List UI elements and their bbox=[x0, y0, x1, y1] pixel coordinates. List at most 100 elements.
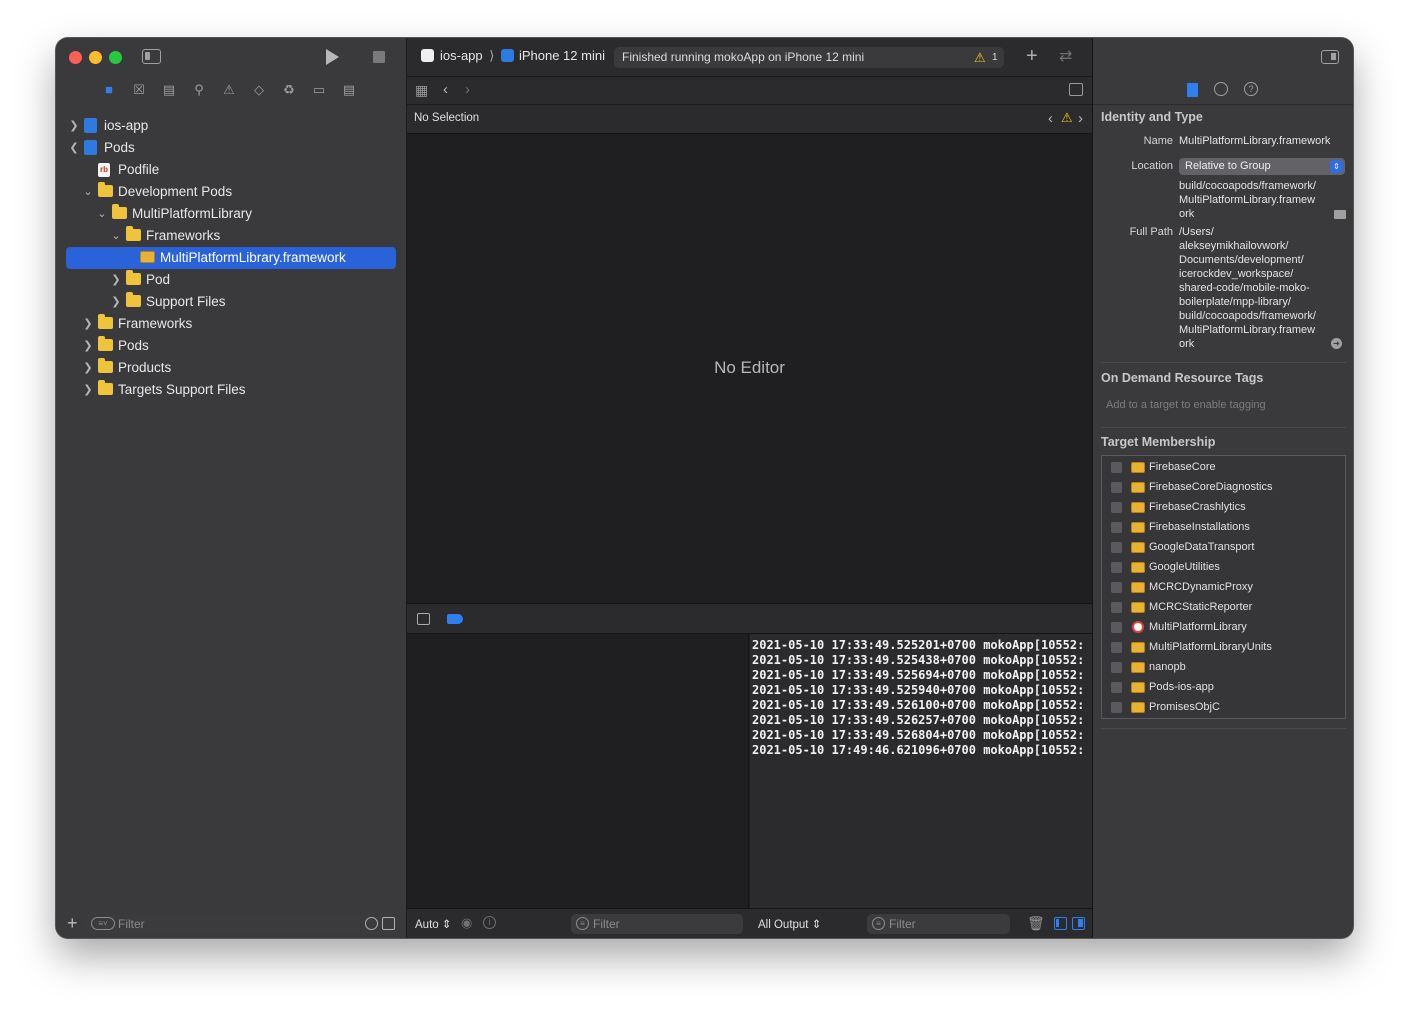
split-editor-icon[interactable] bbox=[1069, 83, 1083, 96]
tree-row-multiplatformlibrary[interactable]: ⌄ MultiPlatformLibrary bbox=[66, 203, 396, 225]
tags-input[interactable]: Add to a target to enable tagging bbox=[1101, 395, 1346, 415]
output-mode-select[interactable]: All Output ⇕ bbox=[758, 917, 821, 931]
target-checkbox[interactable] bbox=[1111, 682, 1122, 693]
target-row[interactable]: FirebaseCore bbox=[1102, 457, 1345, 477]
eye-icon[interactable]: ◉ bbox=[461, 915, 472, 931]
target-row[interactable]: MCRCStaticReporter bbox=[1102, 597, 1345, 617]
breakpoints-toggle-icon[interactable] bbox=[447, 614, 463, 624]
variables-filter-input[interactable]: ≡ Filter bbox=[571, 914, 743, 934]
target-checkbox[interactable] bbox=[1111, 542, 1122, 553]
report-navigator-icon[interactable]: ▤ bbox=[340, 81, 358, 99]
back-icon[interactable]: ‹ bbox=[443, 81, 448, 98]
debug-navigator-icon[interactable]: ♻ bbox=[280, 81, 298, 99]
target-row[interactable]: GoogleUtilities bbox=[1102, 557, 1345, 577]
symbol-navigator-icon[interactable]: ▤ bbox=[160, 81, 178, 99]
target-row[interactable]: GoogleDataTransport bbox=[1102, 537, 1345, 557]
show-console-icon[interactable] bbox=[1072, 917, 1085, 930]
target-checkbox[interactable] bbox=[1111, 502, 1122, 513]
navigator-filter-input[interactable]: ≡˅ Filter bbox=[86, 914, 398, 934]
target-checkbox[interactable] bbox=[1111, 662, 1122, 673]
name-value[interactable]: MultiPlatformLibrary.framework bbox=[1179, 134, 1330, 148]
target-row[interactable]: MultiPlatformLibrary bbox=[1102, 617, 1345, 637]
search-icon[interactable]: ⚲ bbox=[190, 81, 208, 99]
chevron-down-icon[interactable]: ⌄ bbox=[110, 225, 122, 247]
run-button[interactable] bbox=[326, 49, 339, 65]
target-checkbox[interactable] bbox=[1111, 642, 1122, 653]
console-output[interactable]: 2021-05-10 17:33:49.525201+0700 mokoApp[… bbox=[750, 634, 1092, 908]
chevron-right-icon[interactable]: ❯ bbox=[82, 335, 94, 357]
tree-row-support-files[interactable]: ❯ Support Files bbox=[66, 291, 396, 313]
target-checkbox[interactable] bbox=[1111, 482, 1122, 493]
tree-row-targets-support-files[interactable]: ❯ Targets Support Files bbox=[66, 379, 396, 401]
recent-files-icon[interactable] bbox=[365, 917, 378, 930]
target-row[interactable]: MultiPlatformLibraryUnits bbox=[1102, 637, 1345, 657]
related-items-icon[interactable]: ▦ bbox=[415, 82, 428, 99]
add-library-icon[interactable]: + bbox=[1026, 45, 1038, 68]
tree-row-pods[interactable]: ❮ Pods bbox=[66, 137, 396, 159]
console-filter-input[interactable]: ≡ Filter bbox=[867, 914, 1010, 934]
tree-row-frameworks[interactable]: ⌄ Frameworks bbox=[66, 225, 396, 247]
tree-row-framework-selected[interactable]: MultiPlatformLibrary.framework bbox=[66, 247, 396, 269]
code-review-icon[interactable]: ⇄ bbox=[1059, 46, 1072, 66]
tree-row-ios-app[interactable]: ❯ ios-app bbox=[66, 115, 396, 137]
prev-issue-icon[interactable]: ‹ bbox=[1048, 110, 1053, 127]
source-control-icon[interactable]: ☒ bbox=[130, 81, 148, 99]
chevron-down-icon[interactable]: ❮ bbox=[68, 137, 80, 159]
warning-navigator-icon[interactable]: ⚠ bbox=[220, 81, 238, 99]
target-row[interactable]: nanopb bbox=[1102, 657, 1345, 677]
chevron-right-icon[interactable]: ❯ bbox=[110, 269, 122, 291]
target-row[interactable]: Pods-ios-app bbox=[1102, 677, 1345, 697]
help-icon[interactable]: ? bbox=[1244, 82, 1258, 96]
tree-row-development-pods[interactable]: ⌄ Development Pods bbox=[66, 181, 396, 203]
target-row[interactable]: MCRCDynamicProxy bbox=[1102, 577, 1345, 597]
target-row[interactable]: FirebaseCrashlytics bbox=[1102, 497, 1345, 517]
target-row[interactable]: FirebaseCoreDiagnostics bbox=[1102, 477, 1345, 497]
file-inspector-icon[interactable] bbox=[1187, 83, 1198, 97]
info-icon[interactable]: i bbox=[483, 916, 496, 929]
target-checkbox[interactable] bbox=[1111, 582, 1122, 593]
warning-icon[interactable]: ⚠ bbox=[1061, 110, 1073, 126]
test-navigator-icon[interactable]: ◇ bbox=[250, 81, 268, 99]
show-variables-icon[interactable] bbox=[1054, 917, 1067, 930]
close-window-button[interactable] bbox=[69, 51, 82, 64]
target-checkbox[interactable] bbox=[1111, 522, 1122, 533]
forward-icon[interactable]: › bbox=[465, 81, 470, 98]
warning-icon[interactable]: ⚠ bbox=[974, 47, 986, 68]
add-icon[interactable]: + bbox=[67, 913, 78, 934]
source-control-filter-icon[interactable] bbox=[382, 917, 395, 930]
target-checkbox[interactable] bbox=[1111, 462, 1122, 473]
zoom-window-button[interactable] bbox=[109, 51, 122, 64]
folder-icon[interactable] bbox=[1334, 210, 1346, 219]
chevron-right-icon[interactable]: ❯ bbox=[82, 357, 94, 379]
chevron-right-icon[interactable]: ❯ bbox=[82, 313, 94, 335]
chevron-right-icon[interactable]: ❯ bbox=[110, 291, 122, 313]
variables-mode-select[interactable]: Auto ⇕ bbox=[415, 917, 452, 931]
scheme-selector[interactable]: ios-app ⟩ iPhone 12 mini bbox=[421, 48, 605, 64]
reveal-in-finder-icon[interactable]: ➜ bbox=[1331, 338, 1342, 349]
chevron-right-icon[interactable]: ❯ bbox=[82, 379, 94, 401]
sidebar-toggle-icon[interactable] bbox=[142, 49, 161, 64]
tree-row-podfile[interactable]: rb Podfile bbox=[66, 159, 396, 181]
tree-row-pod[interactable]: ❯ Pod bbox=[66, 269, 396, 291]
hide-debug-area-icon[interactable] bbox=[417, 613, 430, 625]
target-row[interactable]: FirebaseInstallations bbox=[1102, 517, 1345, 537]
target-checkbox[interactable] bbox=[1111, 562, 1122, 573]
chevron-right-icon[interactable]: ❯ bbox=[68, 115, 80, 137]
chevron-down-icon[interactable]: ⌄ bbox=[82, 181, 94, 203]
target-checkbox[interactable] bbox=[1111, 622, 1122, 633]
folder-icon[interactable]: ■ bbox=[100, 81, 118, 99]
tree-row-pods-2[interactable]: ❯ Pods bbox=[66, 335, 396, 357]
next-issue-icon[interactable]: › bbox=[1078, 110, 1083, 127]
inspector-toggle-icon[interactable] bbox=[1321, 50, 1339, 64]
trash-icon[interactable]: 🗑 bbox=[1027, 915, 1045, 932]
tree-row-products[interactable]: ❯ Products bbox=[66, 357, 396, 379]
chevron-down-icon[interactable]: ⌄ bbox=[96, 203, 108, 225]
breakpoint-navigator-icon[interactable]: ▭ bbox=[310, 81, 328, 99]
target-checkbox[interactable] bbox=[1111, 602, 1122, 613]
target-checkbox[interactable] bbox=[1111, 702, 1122, 713]
history-icon[interactable] bbox=[1214, 82, 1228, 96]
minimize-window-button[interactable] bbox=[89, 51, 102, 64]
target-row[interactable]: PromisesObjC bbox=[1102, 697, 1345, 717]
tree-row-frameworks-2[interactable]: ❯ Frameworks bbox=[66, 313, 396, 335]
location-select[interactable]: Relative to Group ⇕ bbox=[1179, 158, 1345, 175]
